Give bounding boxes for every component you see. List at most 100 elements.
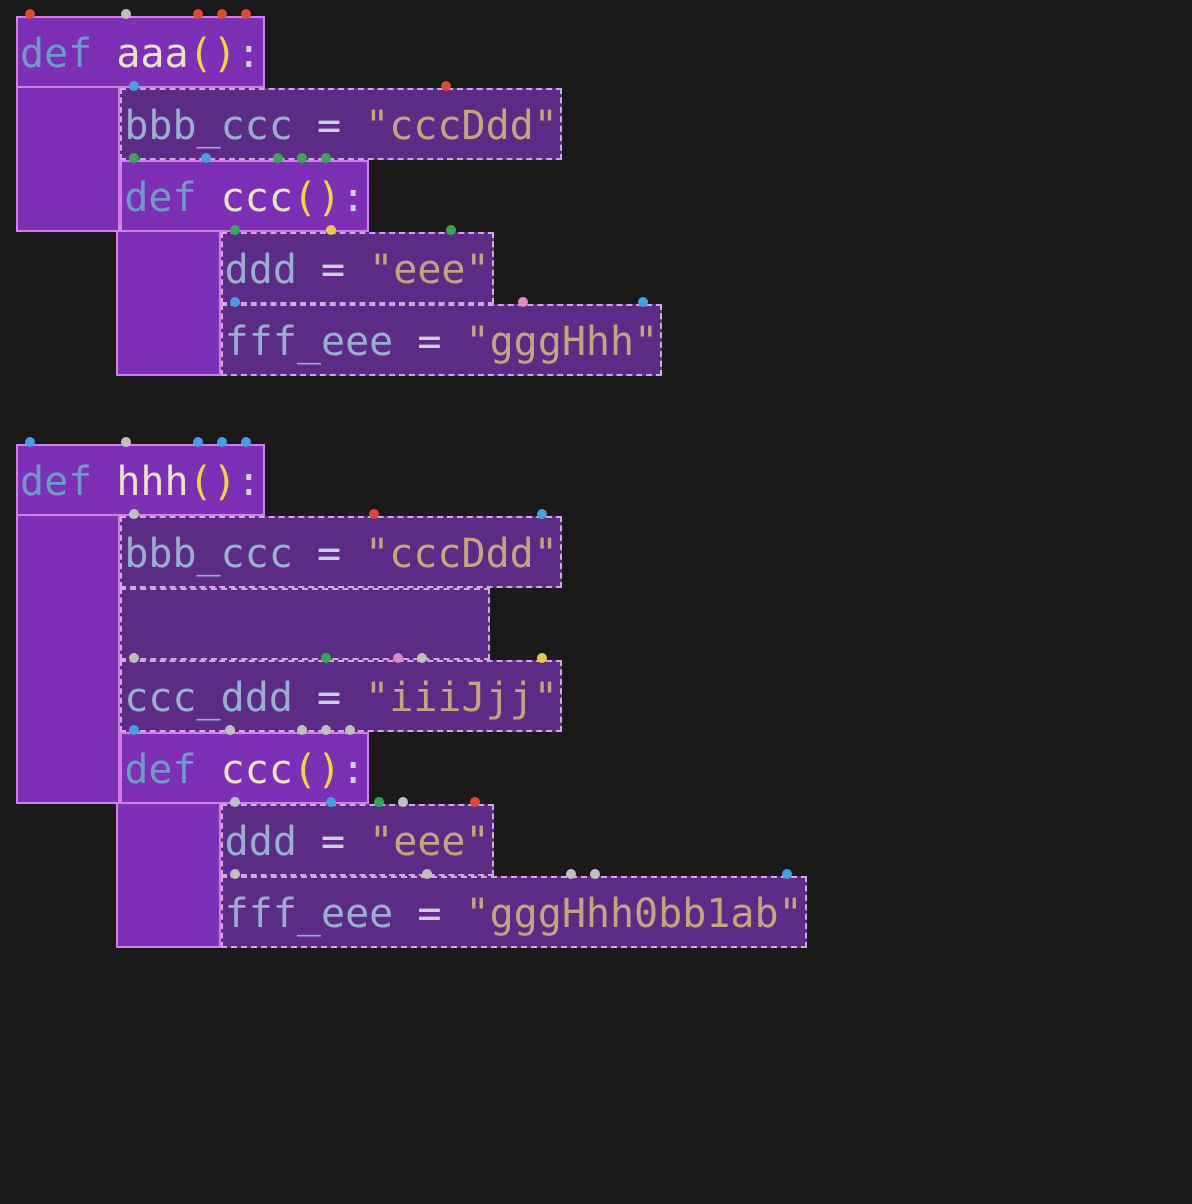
code-segment <box>16 160 120 232</box>
code-line[interactable]: def ccc(): <box>16 160 1176 232</box>
code-token: def <box>20 459 116 505</box>
code-token: = <box>293 103 365 149</box>
marker-dot <box>398 797 408 807</box>
code-token: ( <box>189 459 213 505</box>
marker-dot <box>441 81 451 91</box>
marker-dot <box>273 153 283 163</box>
code-line[interactable]: ddd = "eee" <box>16 804 1176 876</box>
code-line[interactable] <box>16 588 1176 660</box>
marker-dot <box>201 153 211 163</box>
code-token: def <box>124 747 220 793</box>
code-segment: bbb_ccc = "cccDdd" <box>120 516 561 588</box>
code-token: = <box>297 819 369 865</box>
marker-dot <box>417 653 427 663</box>
marker-dot <box>446 225 456 235</box>
code-token: def <box>124 175 220 221</box>
marker-dot <box>121 9 131 19</box>
code-segment <box>16 588 120 660</box>
marker-dot <box>193 9 203 19</box>
code-line[interactable]: def aaa(): <box>16 16 1176 88</box>
code-token: aaa <box>116 31 188 77</box>
marker-dot <box>121 437 131 447</box>
marker-dot <box>129 81 139 91</box>
code-token: ccc_ddd <box>124 675 293 721</box>
marker-dot <box>129 153 139 163</box>
block-aaa: def aaa(): bbb_ccc = "cccDdd" def ccc():… <box>16 16 1176 376</box>
marker-dot <box>241 9 251 19</box>
code-token: ( <box>293 747 317 793</box>
marker-dot <box>321 153 331 163</box>
code-token: "gggHhh" <box>465 319 658 365</box>
marker-dot <box>193 437 203 447</box>
code-segment <box>16 516 120 588</box>
code-token: ccc <box>221 747 293 793</box>
code-token: fff_eee <box>225 319 394 365</box>
code-line[interactable]: def ccc(): <box>16 732 1176 804</box>
code-token: bbb_ccc <box>124 531 293 577</box>
marker-dot <box>297 725 307 735</box>
code-token: fff_eee <box>225 891 394 937</box>
marker-dot <box>241 437 251 447</box>
code-line[interactable]: bbb_ccc = "cccDdd" <box>16 88 1176 160</box>
code-segment: def aaa(): <box>16 16 265 88</box>
code-token: ddd <box>225 247 297 293</box>
code-token: "cccDdd" <box>365 103 558 149</box>
code-segment <box>16 876 116 948</box>
code-segment: def ccc(): <box>120 732 369 804</box>
block-hhh: def hhh(): bbb_ccc = "cccDdd" ccc_ddd = … <box>16 444 1176 948</box>
code-segment <box>116 804 220 876</box>
code-line[interactable]: bbb_ccc = "cccDdd" <box>16 516 1176 588</box>
code-line[interactable]: fff_eee = "gggHhh0bb1ab" <box>16 876 1176 948</box>
marker-dot <box>321 725 331 735</box>
marker-dot <box>326 797 336 807</box>
code-token: ) <box>213 459 237 505</box>
marker-dot <box>230 225 240 235</box>
code-token: def <box>20 31 116 77</box>
code-line[interactable]: def hhh(): <box>16 444 1176 516</box>
code-line[interactable]: ccc_ddd = "iiiJjj" <box>16 660 1176 732</box>
marker-dot <box>374 797 384 807</box>
code-token: = <box>293 675 365 721</box>
marker-dot <box>217 9 227 19</box>
code-segment <box>16 660 120 732</box>
code-token: = <box>297 247 369 293</box>
marker-dot <box>129 653 139 663</box>
code-line[interactable]: fff_eee = "gggHhh" <box>16 304 1176 376</box>
marker-dot <box>321 653 331 663</box>
code-token: = <box>393 319 465 365</box>
code-segment <box>16 804 116 876</box>
code-token: ) <box>317 175 341 221</box>
marker-dot <box>345 725 355 735</box>
code-segment: ddd = "eee" <box>221 232 494 304</box>
code-token: ) <box>317 747 341 793</box>
code-segment <box>16 304 116 376</box>
code-token: ( <box>189 31 213 77</box>
marker-dot <box>638 297 648 307</box>
code-token: ccc <box>221 175 293 221</box>
code-segment: ccc_ddd = "iiiJjj" <box>120 660 561 732</box>
marker-dot <box>326 225 336 235</box>
code-token: ( <box>293 175 317 221</box>
code-segment: def ccc(): <box>120 160 369 232</box>
marker-dot <box>470 797 480 807</box>
marker-dot <box>393 653 403 663</box>
code-segment <box>116 876 220 948</box>
code-token: "iiiJjj" <box>365 675 558 721</box>
marker-dot <box>537 509 547 519</box>
code-line[interactable]: ddd = "eee" <box>16 232 1176 304</box>
code-token: hhh <box>116 459 188 505</box>
code-token: : <box>341 175 365 221</box>
code-editor[interactable]: def aaa(): bbb_ccc = "cccDdd" def ccc():… <box>0 0 1192 1032</box>
code-segment <box>116 232 220 304</box>
marker-dot <box>230 797 240 807</box>
code-segment: def hhh(): <box>16 444 265 516</box>
code-segment: bbb_ccc = "cccDdd" <box>120 88 561 160</box>
marker-dot <box>537 653 547 663</box>
code-token: : <box>237 31 261 77</box>
code-token: : <box>341 747 365 793</box>
code-segment <box>16 732 120 804</box>
marker-dot <box>297 153 307 163</box>
code-token: "eee" <box>369 247 489 293</box>
marker-dot <box>25 9 35 19</box>
code-token: "gggHhh0bb1ab" <box>465 891 802 937</box>
